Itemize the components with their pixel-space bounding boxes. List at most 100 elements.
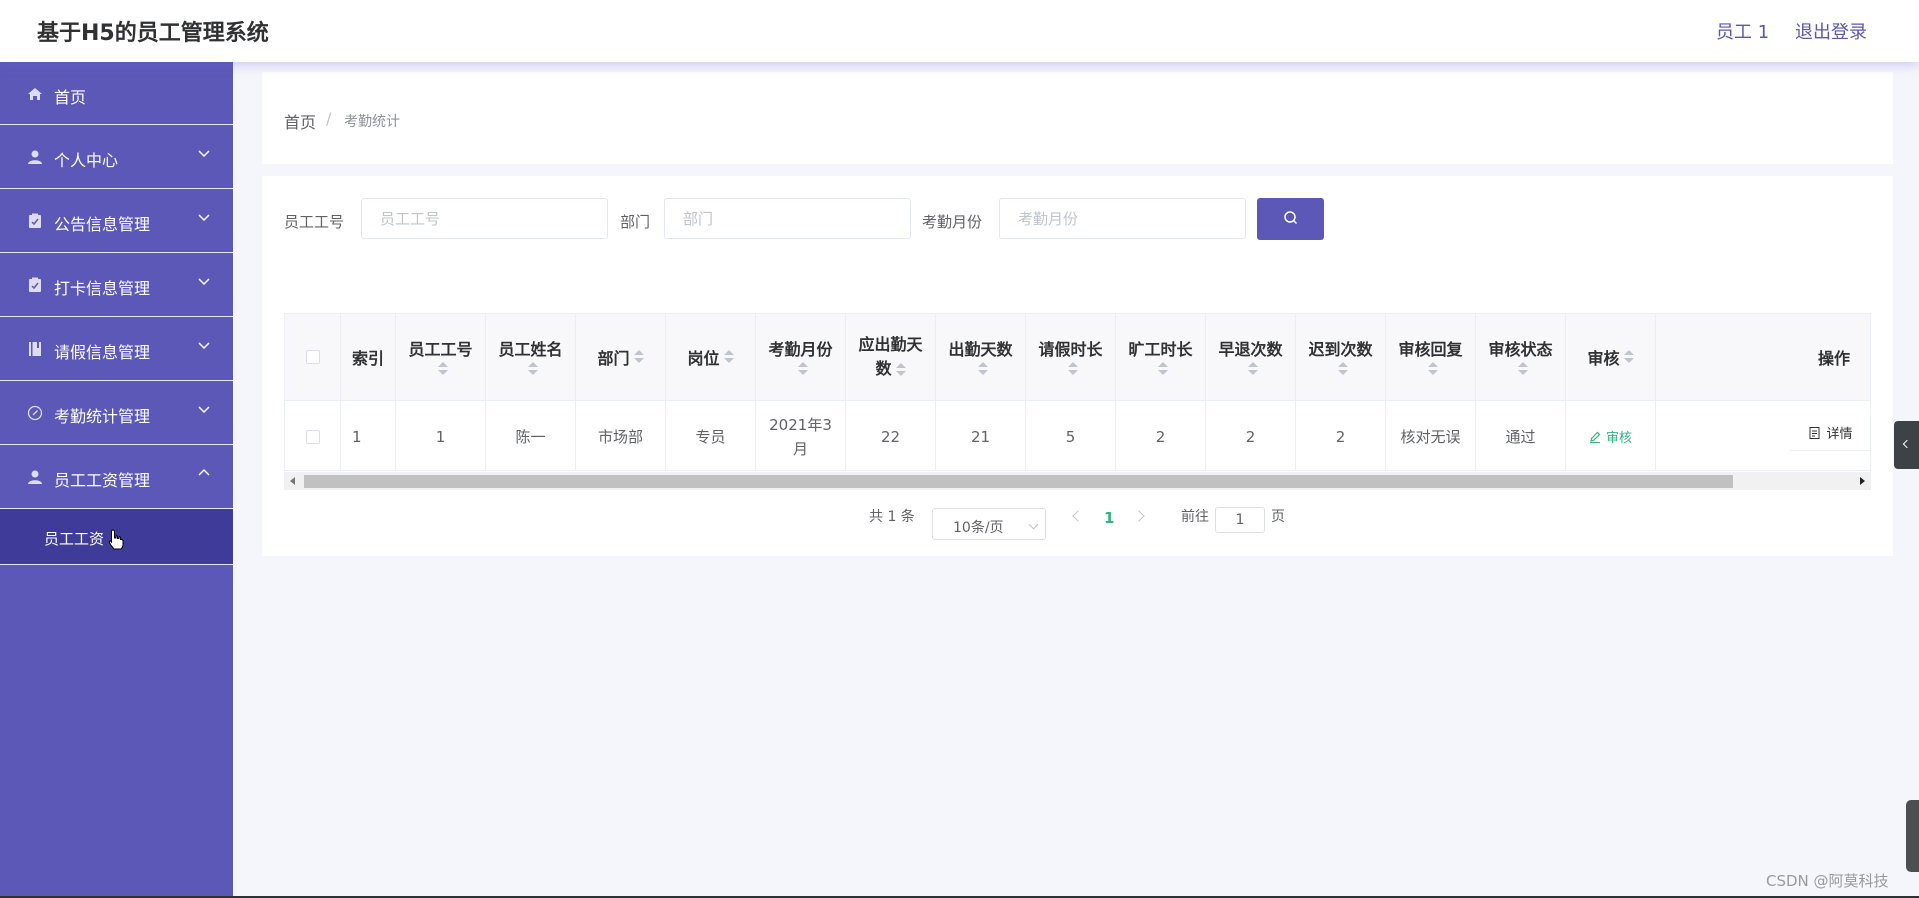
cell-emp-name: 陈一 (486, 400, 576, 470)
header-position[interactable]: 岗位 (666, 314, 756, 400)
sort-icon[interactable] (1427, 362, 1438, 376)
sidebar-item-notice[interactable]: 公告信息管理 (0, 189, 233, 253)
header-early-leave[interactable]: 早退次数 (1206, 314, 1296, 400)
sort-icon[interactable] (1157, 362, 1168, 376)
sort-icon[interactable] (1247, 362, 1258, 376)
sort-icon[interactable] (1517, 362, 1528, 376)
breadcrumb: 首页 / 考勤统计 (262, 72, 1893, 164)
emp-no-input[interactable] (361, 198, 608, 239)
home-icon (28, 88, 42, 100)
header-dept[interactable]: 部门 (576, 314, 666, 400)
scroll-right-arrow[interactable] (1860, 477, 1865, 485)
header-audit-reply[interactable]: 审核回复 (1386, 314, 1476, 400)
cell-audit: 审核 (1566, 400, 1656, 470)
sidebar-item-salary[interactable]: 员工工资管理 (0, 445, 233, 509)
sidebar-item-label: 员工工资管理 (54, 471, 151, 490)
hand-pointer-icon (108, 529, 124, 550)
collapse-panel-handle[interactable] (1894, 421, 1919, 469)
cell-month: 2021年3 月 (756, 400, 846, 470)
header-label: 部门 (597, 349, 630, 368)
user-icon (28, 470, 42, 484)
header-label: 应出勤天 (858, 335, 923, 354)
cell-attend-days: 21 (936, 400, 1026, 470)
watermark: CSDN @阿莫科技 (1766, 872, 1889, 890)
page-size-select[interactable]: 10条/页 (932, 508, 1046, 540)
header-label: 员工工号 (408, 340, 473, 359)
sidebar-item-label: 请假信息管理 (54, 343, 151, 362)
next-page-button[interactable] (1133, 510, 1145, 522)
header-label: 审核状态 (1488, 340, 1553, 359)
header-attend-days[interactable]: 出勤天数 (936, 314, 1026, 400)
breadcrumb-home[interactable]: 首页 (284, 109, 316, 133)
sidebar-item-profile[interactable]: 个人中心 (0, 125, 233, 189)
cell-month-line: 2021年3 (769, 415, 832, 434)
top-bar: 基于H5的员工管理系统 员工 1 退出登录 (0, 0, 1919, 62)
sort-icon[interactable] (723, 350, 734, 364)
pagination-total: 共 1 条 (869, 509, 915, 525)
audit-button[interactable]: 审核 (1589, 427, 1632, 446)
header-emp-name[interactable]: 员工姓名 (486, 314, 576, 400)
sort-icon[interactable] (633, 350, 644, 364)
sidebar-item-label: 考勤统计管理 (54, 407, 151, 426)
header-label: 考勤月份 (768, 340, 833, 359)
sidebar-subitem-salary[interactable]: 员工工资 (0, 509, 233, 565)
scrollbar-thumb[interactable] (304, 475, 1733, 488)
header-audit-status[interactable]: 审核状态 (1476, 314, 1566, 400)
header-select-all (285, 314, 341, 400)
scroll-left-arrow[interactable] (290, 477, 295, 485)
row-select (285, 400, 341, 470)
breadcrumb-separator: / (326, 109, 332, 128)
sidebar-item-clockin[interactable]: 打卡信息管理 (0, 253, 233, 317)
header-late-count[interactable]: 迟到次数 (1296, 314, 1386, 400)
header-label: 操作 (1817, 349, 1850, 368)
sort-icon[interactable] (527, 362, 538, 376)
search-icon (1283, 210, 1297, 224)
chevron-down-icon (198, 214, 210, 222)
header-ops: 操作 (1656, 314, 1870, 400)
select-all-checkbox[interactable] (305, 350, 320, 364)
header-label: 数 (875, 359, 892, 378)
cell-early-leave: 2 (1206, 400, 1296, 470)
sort-icon[interactable] (437, 362, 448, 376)
sidebar-item-label: 首页 (54, 88, 87, 107)
user-icon (28, 150, 42, 164)
sort-icon[interactable] (1337, 362, 1348, 376)
month-label: 考勤月份 (922, 213, 983, 231)
side-widget[interactable] (1906, 800, 1919, 872)
header-index: 索引 (341, 314, 396, 400)
month-input[interactable] (999, 198, 1246, 239)
header-due-days[interactable]: 应出勤天数 (846, 314, 936, 400)
emp-no-label: 员工工号 (284, 213, 345, 231)
page-number-current[interactable]: 1 (1104, 509, 1114, 527)
header-label: 出勤天数 (948, 340, 1013, 359)
app-title: 基于H5的员工管理系统 (37, 21, 269, 46)
cell-index: 1 (341, 400, 396, 470)
horizontal-scrollbar[interactable] (284, 472, 1871, 490)
sort-icon[interactable] (977, 362, 988, 376)
sidebar-item-leave[interactable]: 请假信息管理 (0, 317, 233, 381)
sort-icon[interactable] (895, 362, 906, 377)
search-button[interactable] (1257, 198, 1324, 240)
cell-ops: 详情 (1656, 400, 1870, 470)
header-emp-no[interactable]: 员工工号 (396, 314, 486, 400)
row-checkbox[interactable] (305, 429, 320, 444)
logout-link[interactable]: 退出登录 (1795, 18, 1867, 44)
detail-button[interactable]: 详情 (1790, 415, 1870, 451)
sidebar-item-attendance[interactable]: 考勤统计管理 (0, 381, 233, 445)
sort-icon[interactable] (797, 362, 808, 376)
current-user[interactable]: 员工 1 (1716, 18, 1769, 44)
sidebar-item-home[interactable]: 首页 (0, 62, 233, 125)
prev-page-button[interactable] (1072, 510, 1084, 522)
goto-page-input[interactable] (1215, 507, 1265, 533)
sort-icon[interactable] (1623, 350, 1634, 364)
clipboard-icon (29, 277, 41, 292)
header-month[interactable]: 考勤月份 (756, 314, 846, 400)
sort-icon[interactable] (1067, 362, 1078, 376)
sidebar-subitem-label: 员工工资 (44, 530, 105, 548)
dept-input[interactable] (664, 198, 911, 239)
header-absent-hours[interactable]: 旷工时长 (1116, 314, 1206, 400)
cell-leave-hours: 5 (1026, 400, 1116, 470)
header-audit[interactable]: 审核 (1566, 314, 1656, 400)
detail-button-label: 详情 (1826, 427, 1853, 442)
header-leave-hours[interactable]: 请假时长 (1026, 314, 1116, 400)
